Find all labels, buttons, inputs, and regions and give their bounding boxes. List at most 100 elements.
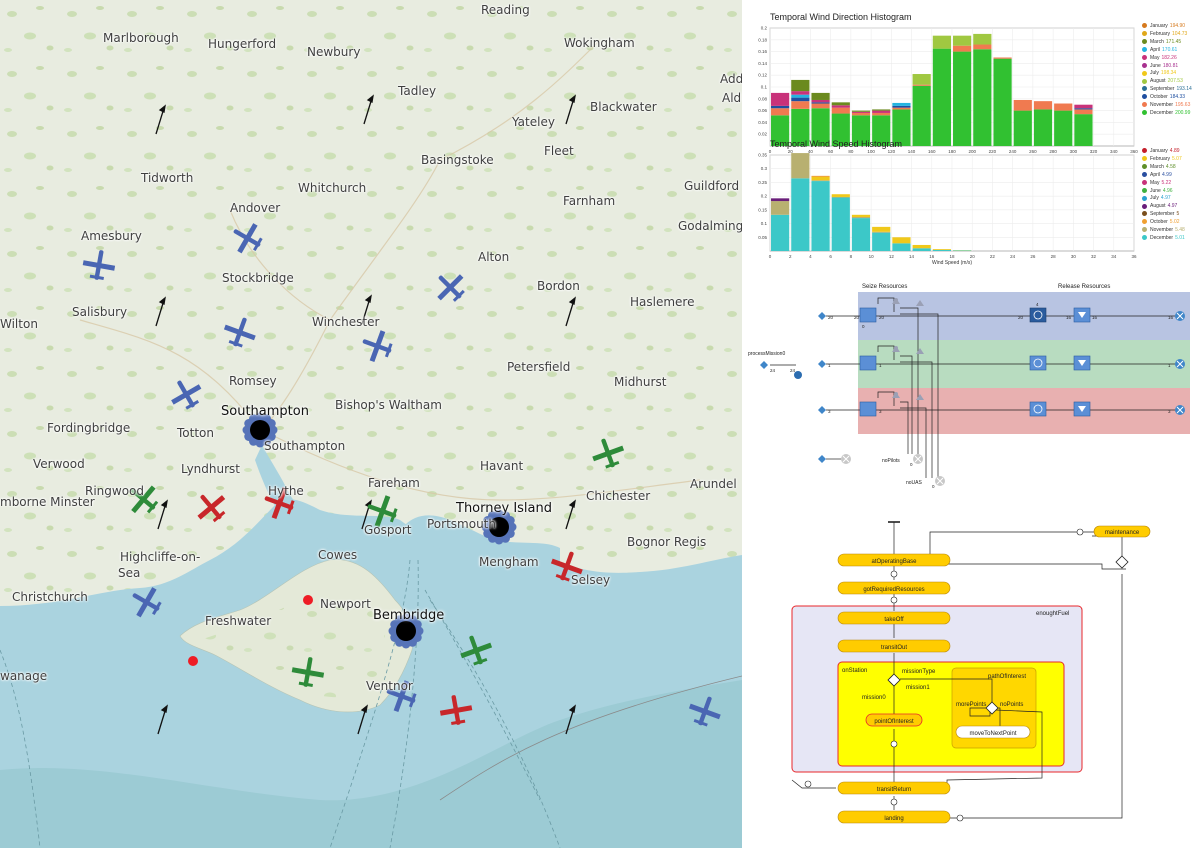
incident-marker[interactable] xyxy=(303,595,313,605)
maintenance-branch[interactable] xyxy=(1115,555,1129,569)
bar-segment[interactable] xyxy=(1013,110,1032,146)
delay-block[interactable] xyxy=(1029,355,1047,371)
bar-segment[interactable] xyxy=(932,249,951,250)
bar-segment[interactable] xyxy=(771,201,790,215)
bar-segment[interactable] xyxy=(912,248,931,251)
bar-segment[interactable] xyxy=(811,176,830,181)
bar-segment[interactable] xyxy=(872,231,891,233)
bar-segment[interactable] xyxy=(892,107,911,110)
bar-segment[interactable] xyxy=(771,92,790,106)
base-label: Thorney Island xyxy=(456,501,552,516)
bar-segment[interactable] xyxy=(811,92,830,100)
place-label: Wokingham xyxy=(564,36,635,50)
process-source[interactable] xyxy=(760,361,768,369)
bar-segment[interactable] xyxy=(811,181,830,251)
bar-segment[interactable] xyxy=(831,102,850,106)
bar-segment[interactable] xyxy=(872,112,891,116)
bar-segment[interactable] xyxy=(912,244,931,249)
bar-segment[interactable] xyxy=(771,214,790,251)
seize-block[interactable] xyxy=(859,355,877,371)
bar-segment[interactable] xyxy=(831,105,850,108)
bar-segment[interactable] xyxy=(771,105,790,109)
bar-segment[interactable] xyxy=(791,91,810,95)
bar-segment[interactable] xyxy=(791,178,810,251)
bar-segment[interactable] xyxy=(973,33,992,45)
bar-segment[interactable] xyxy=(811,180,830,182)
bar-segment[interactable] xyxy=(872,226,891,232)
bar-segment[interactable] xyxy=(831,196,850,198)
bar-segment[interactable] xyxy=(872,109,891,111)
bar-segment[interactable] xyxy=(791,79,810,92)
x-tick-label: 32 xyxy=(1091,254,1097,259)
bar-segment[interactable] xyxy=(771,108,790,116)
source-block[interactable] xyxy=(818,312,826,320)
source-block[interactable] xyxy=(818,406,826,414)
bar-segment[interactable] xyxy=(932,35,951,49)
bar-segment[interactable] xyxy=(851,214,871,217)
bar-segment[interactable] xyxy=(1054,103,1073,111)
uas-statechart[interactable]: enoughtFuel onStation maintenance atOper… xyxy=(742,518,1200,848)
bar-segment[interactable] xyxy=(932,249,951,251)
bar-segment[interactable] xyxy=(872,110,891,113)
bar-segment[interactable] xyxy=(831,197,850,251)
bar-segment[interactable] xyxy=(912,74,931,85)
bar-segment[interactable] xyxy=(892,102,911,106)
bar-segment[interactable] xyxy=(973,49,992,146)
bar-segment[interactable] xyxy=(892,105,911,108)
speed-histogram[interactable]: 0.050.10.150.20.250.30.350 2 4 6 8 10 12 14 16 18… xyxy=(746,147,1144,267)
bar-segment[interactable] xyxy=(831,107,850,114)
legend-swatch-icon xyxy=(1142,38,1147,44)
bar-segment[interactable] xyxy=(851,112,871,116)
bar-segment[interactable] xyxy=(851,110,871,112)
delay-block[interactable] xyxy=(1029,401,1047,417)
bar-segment[interactable] xyxy=(831,194,850,197)
bar-segment[interactable] xyxy=(892,237,911,244)
bar-segment[interactable] xyxy=(771,198,790,202)
bar-segment[interactable] xyxy=(993,57,1012,59)
resource-process-diagram[interactable]: Seize Resources Release Resources proces… xyxy=(742,278,1200,508)
bar-segment[interactable] xyxy=(1074,109,1093,115)
bar-segment[interactable] xyxy=(1033,101,1053,110)
bar-segment[interactable] xyxy=(811,99,830,103)
bar-segment[interactable] xyxy=(1033,109,1053,146)
bar-segment[interactable] xyxy=(1074,104,1093,109)
bar-segment[interactable] xyxy=(791,97,810,102)
bar-segment[interactable] xyxy=(1013,99,1032,111)
incident-marker[interactable] xyxy=(188,656,198,666)
bar-segment[interactable] xyxy=(851,218,871,251)
bar-segment[interactable] xyxy=(1054,110,1073,146)
delay-block[interactable] xyxy=(1029,307,1047,323)
source-blocks[interactable] xyxy=(760,312,826,463)
seize-block[interactable] xyxy=(859,307,877,323)
bar-segment[interactable] xyxy=(953,45,972,52)
bar-segment[interactable] xyxy=(892,243,911,251)
bar-segment[interactable] xyxy=(811,103,830,109)
bar-segment[interactable] xyxy=(953,35,972,46)
legend-item: March 4.58 xyxy=(1142,164,1185,172)
bar-segment[interactable] xyxy=(791,94,810,98)
bar-segment[interactable] xyxy=(953,51,972,146)
legend-item: November 5.48 xyxy=(1142,227,1185,235)
legend-month: May xyxy=(1150,179,1160,186)
bar-segment[interactable] xyxy=(851,216,871,219)
bar-segment[interactable] xyxy=(1074,114,1093,146)
bar-segment[interactable] xyxy=(791,101,810,109)
place-label: Christchurch xyxy=(12,590,88,604)
bar-segment[interactable] xyxy=(912,84,931,86)
source-block[interactable] xyxy=(818,360,826,368)
bar-segment[interactable] xyxy=(791,153,810,179)
bar-segment[interactable] xyxy=(811,175,830,177)
map-view[interactable]: Reading Marlborough Hungerford Newbury Wokin… xyxy=(0,0,742,848)
source-block[interactable] xyxy=(818,455,826,463)
seize-block[interactable] xyxy=(859,401,877,417)
bar-segment[interactable] xyxy=(993,58,1012,146)
bar-segment[interactable] xyxy=(872,232,891,251)
bar-segment[interactable] xyxy=(912,85,931,146)
bar-segment[interactable] xyxy=(811,102,830,104)
process-mission-block[interactable] xyxy=(794,371,802,379)
bar-segment[interactable] xyxy=(851,111,871,113)
bar-segment[interactable] xyxy=(932,48,951,146)
bar-segment[interactable] xyxy=(1074,108,1093,110)
bar-segment[interactable] xyxy=(953,250,972,251)
bar-segment[interactable] xyxy=(973,44,992,50)
